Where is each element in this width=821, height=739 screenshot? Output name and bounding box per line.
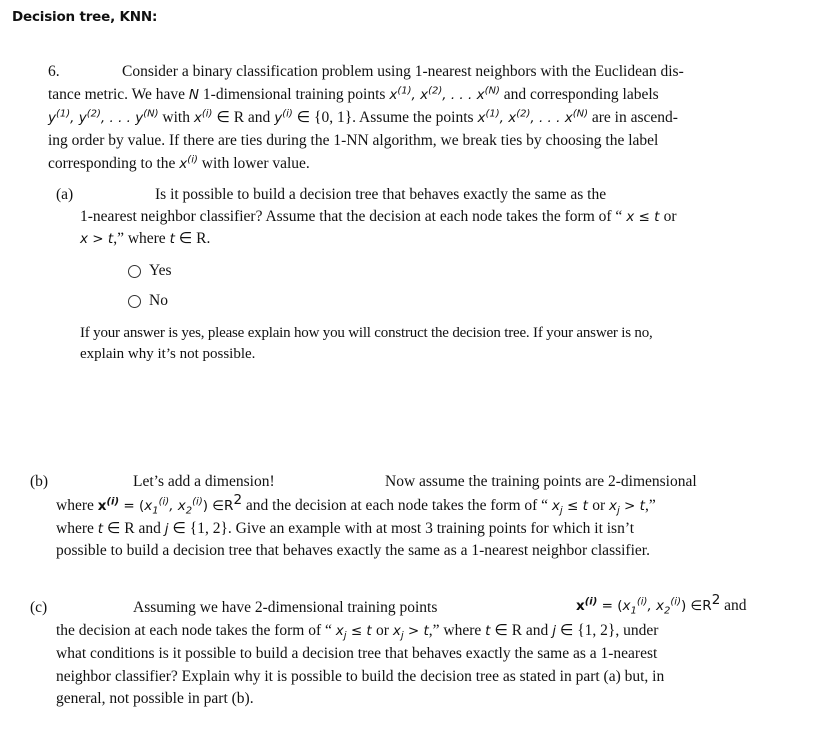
intro-line-1: Consider a binary classification problem… xyxy=(122,63,684,80)
part-c-label: (c) xyxy=(30,599,48,616)
radio-yes-label: Yes xyxy=(149,262,172,279)
intro-line-4: ing order by value. If there are ties du… xyxy=(48,132,659,149)
part-a-followup-2: explain why it’s not possible. xyxy=(80,346,256,362)
part-b-line-4: possible to build a decision tree that b… xyxy=(56,542,650,559)
intro-line-5: corresponding to the x(i) with lower val… xyxy=(48,154,310,172)
part-a-label: (a) xyxy=(56,186,74,203)
part-b-line-3: where t ∈ R and j ∈ {1, 2}. Give an exam… xyxy=(56,520,635,537)
part-a-followup-1: If your answer is yes, please explain ho… xyxy=(80,325,653,341)
part-c-line-1a: Assuming we have 2-dimensional training … xyxy=(133,599,438,616)
radio-circle-icon[interactable] xyxy=(128,294,141,308)
part-a-line-1: Is it possible to build a decision tree … xyxy=(155,186,607,203)
radio-yes[interactable]: Yes xyxy=(128,262,172,280)
part-c-line-1b: x(i) = (x1(i), x2(i)) ∈R2 and xyxy=(576,591,747,617)
page-title: Decision tree, KNN: xyxy=(12,9,158,25)
intro-line-3: y(1), y(2), . . . y(N) with x(i) ∈ R and… xyxy=(48,108,678,126)
part-b-line-1a: Let’s add a dimension! xyxy=(133,473,275,490)
radio-circle-icon[interactable] xyxy=(128,264,141,278)
part-c-line-5: general, not possible in part (b). xyxy=(56,690,254,707)
part-b-line-2: where x(i) = (x1(i), x2(i)) ∈R2 and the … xyxy=(56,491,656,517)
radio-no[interactable]: No xyxy=(128,292,168,310)
part-b-line-1b: Now assume the training points are 2-dim… xyxy=(385,473,697,490)
question-number: 6. xyxy=(48,63,60,80)
part-c-line-2: the decision at each node takes the form… xyxy=(56,622,659,642)
radio-no-label: No xyxy=(149,292,168,309)
intro-line-2: tance metric. We have N 1-dimensional tr… xyxy=(48,85,659,103)
part-c-line-4: neighbor classifier? Explain why it is p… xyxy=(56,668,665,685)
part-a-line-3: x > t,” where t ∈ R. xyxy=(80,230,211,247)
part-a-line-2: 1-nearest neighbor classifier? Assume th… xyxy=(80,208,677,225)
part-c-line-3: what conditions is it possible to build … xyxy=(56,645,658,662)
part-b-label: (b) xyxy=(30,473,49,490)
